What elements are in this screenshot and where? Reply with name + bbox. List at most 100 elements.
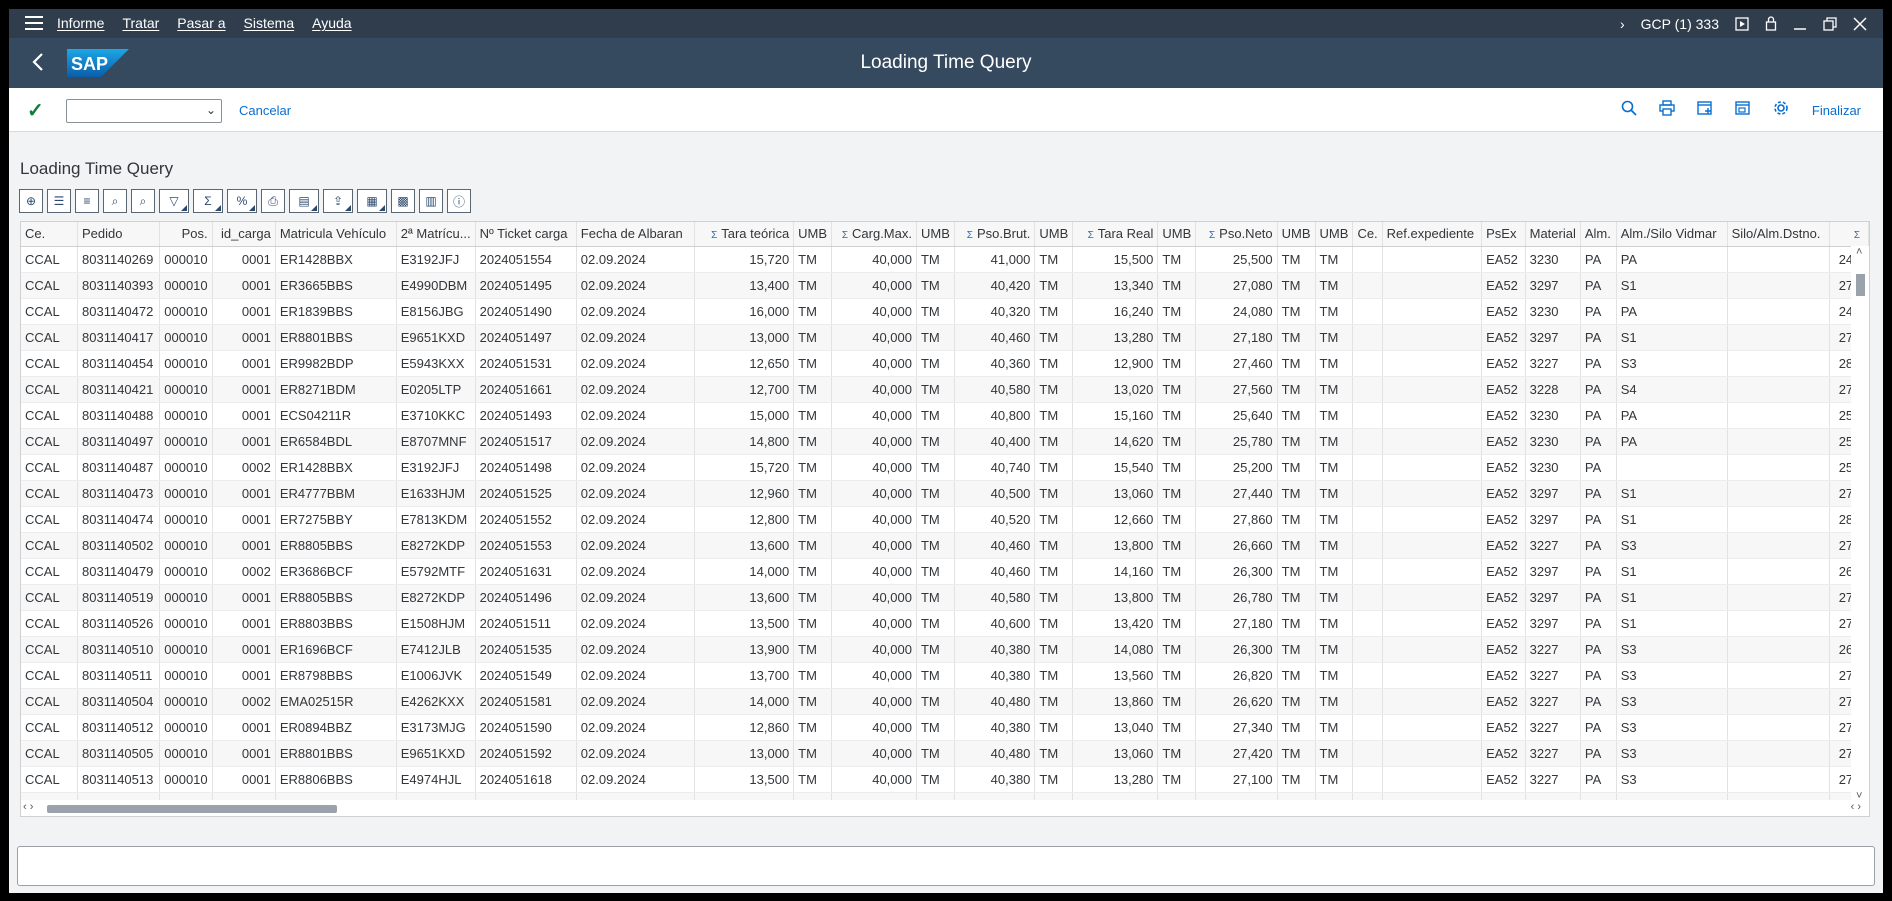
column-header[interactable]: Σ Pso.Brut. [954,222,1036,247]
table-cell[interactable]: TM [1277,480,1316,507]
table-cell[interactable]: 40,000 [831,246,917,273]
table-cell[interactable]: 0001 [212,272,276,299]
table-row[interactable]: CCAL 8031140473 000010 0001 ER4777BBM E1633HJ… [21,480,1869,507]
table-cell[interactable]: 3227 [1525,350,1581,377]
lock-icon[interactable] [1765,16,1777,31]
table-cell[interactable] [1727,480,1830,507]
table-cell[interactable] [1382,428,1483,455]
table-cell[interactable]: CCAL [21,688,79,715]
scroll-up-icon[interactable]: ˄ [1856,246,1862,258]
column-header[interactable]: id_carga [212,222,276,247]
table-cell[interactable] [1382,454,1483,481]
table-cell[interactable]: CCAL [21,402,79,429]
table-cell[interactable]: 8031140502 [77,532,160,559]
table-cell[interactable]: 2024051490 [475,298,577,325]
table-cell[interactable] [1382,272,1483,299]
table-cell[interactable]: TM [1157,558,1197,585]
table-cell[interactable]: TM [1034,480,1074,507]
table-cell[interactable]: TM [1315,428,1354,455]
table-cell[interactable]: 40,000 [831,480,917,507]
table-cell[interactable]: 8031140497 [77,428,160,455]
table-cell[interactable]: TM [793,272,833,299]
column-header[interactable]: UMB [1277,222,1316,247]
table-cell[interactable]: TM [1034,532,1074,559]
table-cell[interactable] [1382,246,1483,273]
table-cell[interactable]: TM [1277,402,1316,429]
table-cell[interactable]: PA [1580,610,1617,637]
table-cell[interactable]: PA [1616,298,1728,325]
table-cell[interactable]: 3230 [1525,454,1581,481]
table-cell[interactable]: 40,320 [954,298,1036,325]
menu-sistema[interactable]: Sistema [244,15,295,31]
table-cell[interactable]: PA [1580,298,1617,325]
table-cell[interactable]: TM [793,454,833,481]
table-cell[interactable] [1727,506,1830,533]
table-cell[interactable]: TM [1157,662,1197,689]
table-cell[interactable] [1352,688,1383,715]
table-cell[interactable]: TM [916,506,955,533]
table-cell[interactable]: EA52 [1481,532,1526,559]
table-cell[interactable]: 02.09.2024 [576,454,695,481]
table-cell[interactable] [1727,428,1830,455]
table-cell[interactable] [1382,584,1483,611]
table-cell[interactable]: 40,400 [954,428,1036,455]
table-cell[interactable]: CCAL [21,480,79,507]
table-cell[interactable]: 2024051552 [475,506,577,533]
table-row[interactable]: CCAL 8031140393 000010 0001 ER3665BBS E4990DB… [21,272,1869,299]
table-cell[interactable]: TM [1277,454,1316,481]
table-cell[interactable] [1727,350,1830,377]
table-cell[interactable]: TM [1034,246,1074,273]
table-cell[interactable]: TM [1277,350,1316,377]
table-cell[interactable]: 27,440 [1195,480,1278,507]
table-cell[interactable]: TM [1315,766,1354,793]
table-cell[interactable]: EA52 [1481,610,1526,637]
table-cell[interactable]: 02.09.2024 [576,350,695,377]
table-cell[interactable] [1727,766,1830,793]
column-header[interactable]: Pos. [159,222,213,247]
table-cell[interactable]: ER8805BBS [275,584,397,611]
table-cell[interactable]: E1006JVK [396,662,476,689]
table-cell[interactable]: TM [793,376,833,403]
table-cell[interactable]: 8031140269 [77,246,160,273]
table-cell[interactable]: ER8801BBS [275,740,397,767]
table-cell[interactable]: EA52 [1481,506,1526,533]
table-cell[interactable]: EA52 [1481,558,1526,585]
table-cell[interactable]: PA [1580,558,1617,585]
column-header[interactable]: Ce. [1352,222,1383,247]
table-cell[interactable]: S3 [1616,714,1728,741]
table-cell[interactable]: 2024051535 [475,636,577,663]
table-cell[interactable]: TM [793,402,833,429]
minimize-icon[interactable] [1793,17,1807,31]
table-cell[interactable] [1727,532,1830,559]
table-cell[interactable]: 8031140487 [77,454,160,481]
table-cell[interactable]: TM [1157,480,1197,507]
table-cell[interactable]: 26,620 [1195,688,1278,715]
table-cell[interactable]: 27,100 [1195,766,1278,793]
table-cell[interactable]: TM [1157,454,1197,481]
finish-button[interactable]: Finalizar [1812,103,1861,118]
table-cell[interactable] [1382,402,1483,429]
table-cell[interactable]: 14,000 [694,688,795,715]
table-cell[interactable]: TM [1034,610,1074,637]
column-header[interactable]: UMB [1157,222,1197,247]
table-cell[interactable]: TM [793,350,833,377]
table-cell[interactable]: 02.09.2024 [576,428,695,455]
table-cell[interactable]: E3710KKC [396,402,476,429]
table-cell[interactable] [1382,480,1483,507]
table-cell[interactable]: 14,080 [1072,636,1159,663]
table-cell[interactable]: PA [1580,376,1617,403]
table-cell[interactable] [1352,454,1383,481]
table-cell[interactable]: ER8271BDM [275,376,397,403]
table-cell[interactable]: 02.09.2024 [576,558,695,585]
table-cell[interactable]: CCAL [21,740,79,767]
table-cell[interactable]: ER8803BBS [275,610,397,637]
table-cell[interactable]: TM [1157,350,1197,377]
table-cell[interactable]: 000010 [159,636,213,663]
table-cell[interactable]: 12,660 [1072,506,1159,533]
table-cell[interactable] [1382,324,1483,351]
menu-informe[interactable]: Informe [57,15,104,31]
table-cell[interactable] [1352,506,1383,533]
table-cell[interactable]: S1 [1616,610,1728,637]
table-cell[interactable]: 02.09.2024 [576,298,695,325]
table-cell[interactable] [1352,610,1383,637]
